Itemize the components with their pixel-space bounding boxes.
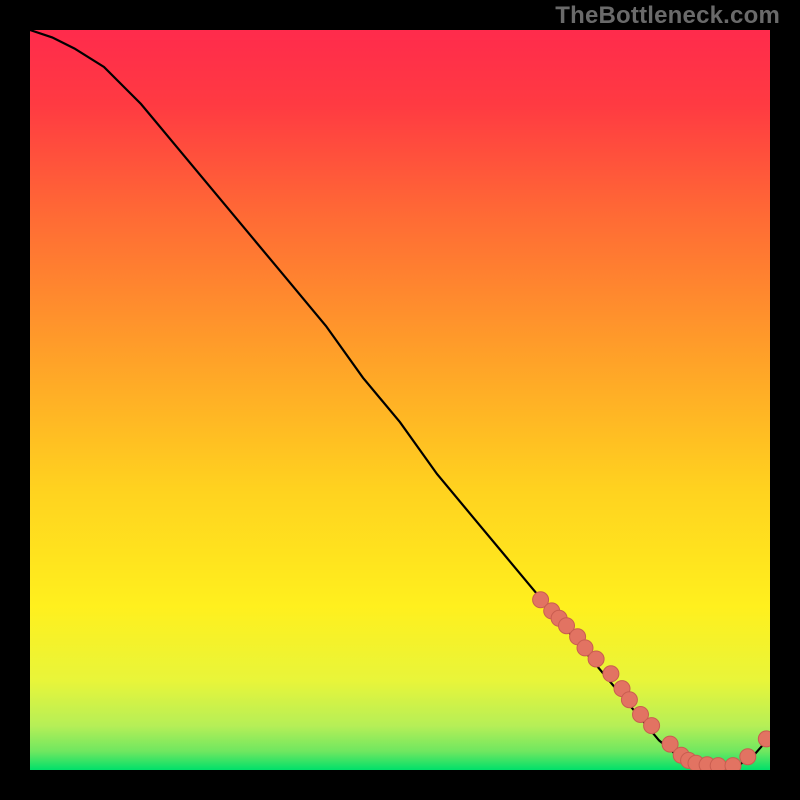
chart-svg <box>0 0 800 800</box>
data-point <box>588 651 604 667</box>
data-point <box>603 666 619 682</box>
plot-background <box>30 30 770 770</box>
watermark-text: TheBottleneck.com <box>555 2 780 30</box>
chart-frame: { "watermark": "TheBottleneck.com", "col… <box>0 0 800 800</box>
data-point <box>740 749 756 765</box>
data-point <box>621 692 637 708</box>
data-point <box>644 718 660 734</box>
